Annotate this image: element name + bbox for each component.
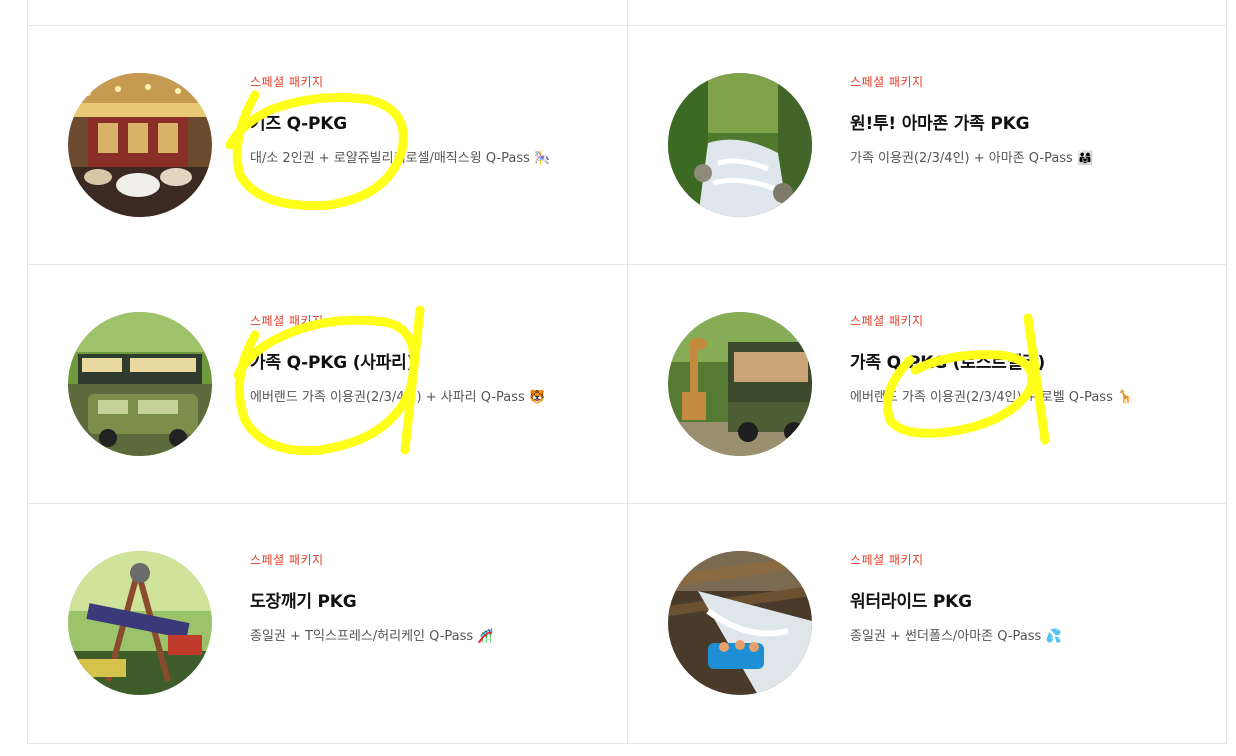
package-grid: 스페셜 패키지 키즈 Q-PKG 대/소 2인권 + 로얄쥬빌리캐로셀/매직스윙… — [27, 0, 1227, 744]
giraffe-emoji-icon: 🦒 — [1116, 390, 1134, 405]
carousel-photo — [68, 73, 212, 217]
package-title[interactable]: 도장깨기 PKG — [250, 587, 357, 612]
package-title[interactable]: 가족 Q-PKG (사파리) — [250, 348, 414, 373]
package-eyebrow: 스페셜 패키지 — [850, 314, 924, 328]
package-title[interactable]: 워터라이드 PKG — [850, 587, 972, 612]
package-card-water-ride[interactable]: 스페셜 패키지 워터라이드 PKG 종일권 + 썬더폴스/아마존 Q-Pass … — [628, 504, 1227, 742]
package-description: 가족 이용권(2/3/4인) + 아마존 Q-Pass 👨‍👩‍👧 — [850, 151, 1094, 166]
carousel-emoji-icon: 🎠 — [534, 151, 551, 166]
package-description: 에버랜드 가족 이용권(2/3/4인) + 로벨 Q-Pass 🦒 — [850, 390, 1134, 405]
package-description: 종일권 + T익스프레스/허리케인 Q-Pass 🎢 — [250, 629, 494, 644]
package-card-amazon[interactable]: 스페셜 패키지 원!투! 아마존 가족 PKG 가족 이용권(2/3/4인) +… — [628, 26, 1227, 264]
package-card-lost-valley[interactable]: 스페셜 패키지 가족 Q-PKG (로스트밸리) 에버랜드 가족 이용권(2/3… — [628, 265, 1227, 503]
safari-photo — [68, 312, 212, 456]
lost-valley-photo — [668, 312, 812, 456]
coaster-emoji-icon: 🎢 — [477, 629, 494, 644]
package-title[interactable]: 원!투! 아마존 가족 PKG — [850, 109, 1030, 134]
package-card-kids[interactable]: 스페셜 패키지 키즈 Q-PKG 대/소 2인권 + 로얄쥬빌리캐로셀/매직스윙… — [28, 26, 627, 264]
package-eyebrow: 스페셜 패키지 — [850, 553, 924, 567]
family-emoji-icon: 👨‍👩‍👧 — [1076, 151, 1094, 166]
package-card-safari[interactable]: 스페셜 패키지 가족 Q-PKG (사파리) 에버랜드 가족 이용권(2/3/4… — [28, 265, 627, 503]
water-emoji-icon: 💦 — [1045, 629, 1062, 644]
water-ride-photo — [668, 551, 812, 695]
package-eyebrow: 스페셜 패키지 — [250, 314, 324, 328]
package-eyebrow: 스페셜 패키지 — [250, 75, 324, 89]
package-eyebrow: 스페셜 패키지 — [850, 75, 924, 89]
package-card-challenge[interactable]: 스페셜 패키지 도장깨기 PKG 종일권 + T익스프레스/허리케인 Q-Pas… — [28, 504, 627, 742]
row-divider — [28, 743, 1226, 744]
package-description: 종일권 + 썬더폴스/아마존 Q-Pass 💦 — [850, 629, 1062, 644]
tiger-emoji-icon: 🐯 — [528, 390, 546, 405]
hurricane-ride-photo — [68, 551, 212, 695]
package-eyebrow: 스페셜 패키지 — [250, 553, 324, 567]
package-title[interactable]: 키즈 Q-PKG — [250, 109, 347, 134]
package-description: 에버랜드 가족 이용권(2/3/4인) + 사파리 Q-Pass 🐯 — [250, 390, 546, 405]
package-title[interactable]: 가족 Q-PKG (로스트밸리) — [850, 348, 1045, 373]
rapids-photo — [668, 73, 812, 217]
package-description: 대/소 2인권 + 로얄쥬빌리캐로셀/매직스윙 Q-Pass 🎠 — [250, 151, 551, 166]
